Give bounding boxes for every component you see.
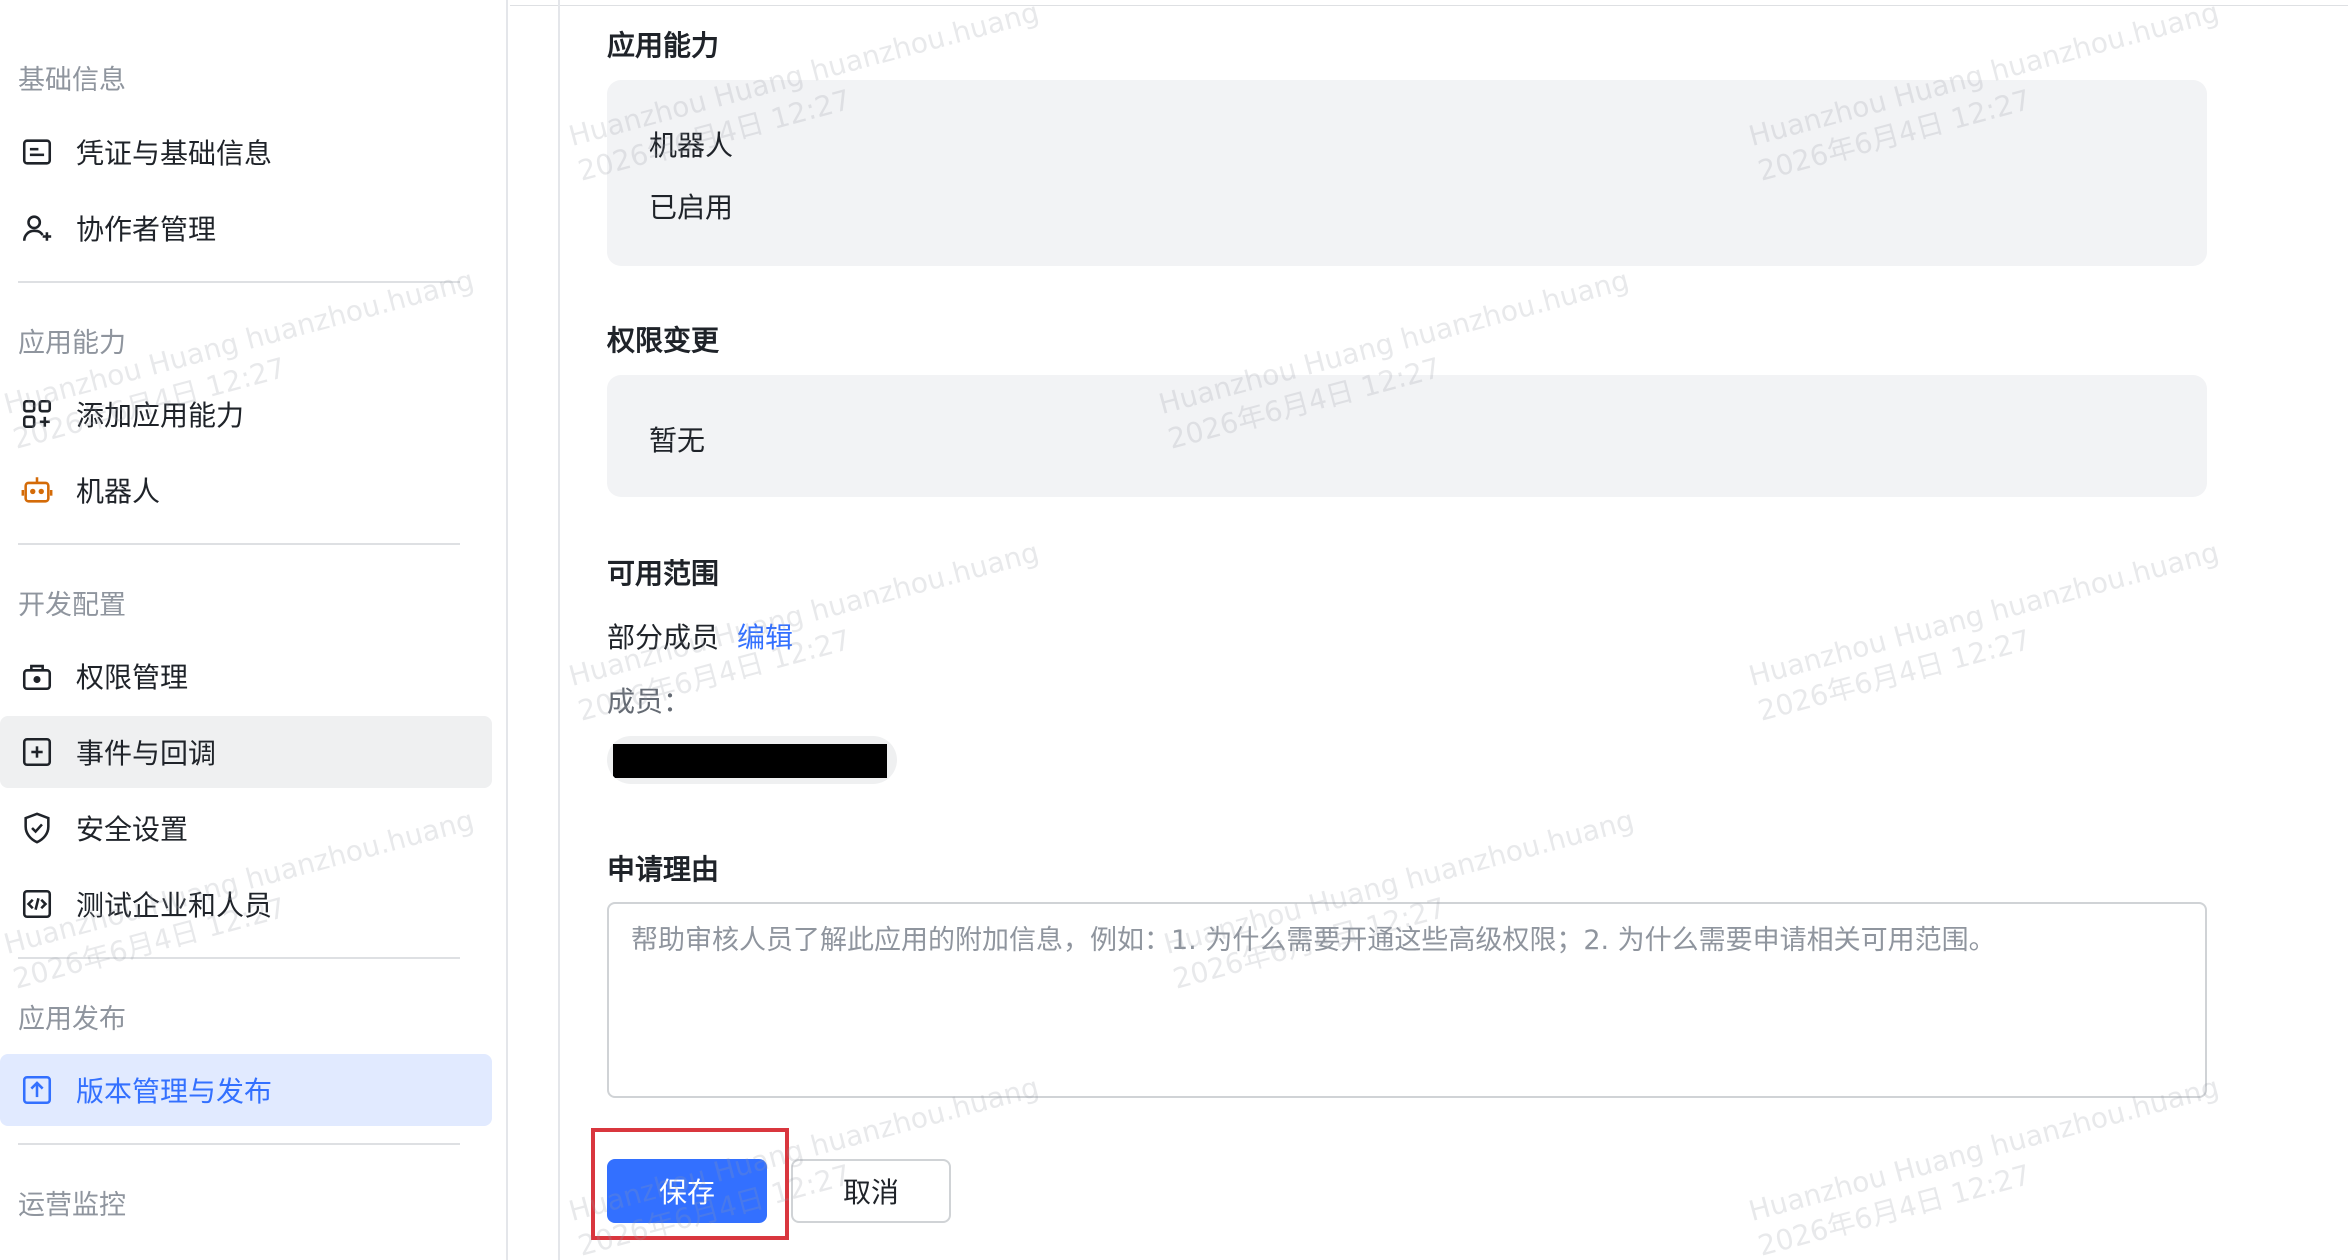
content-gutter xyxy=(510,0,560,1260)
redacted-member-name xyxy=(613,744,887,778)
sidebar-divider xyxy=(18,957,460,959)
scope-value-row: 部分成员 编辑 xyxy=(607,616,793,656)
sidebar-item-credentials[interactable]: 凭证与基础信息 xyxy=(0,116,492,188)
cancel-button[interactable]: 取消 xyxy=(791,1159,951,1223)
app-grid-add-icon xyxy=(18,395,56,433)
user-add-icon xyxy=(18,209,56,247)
edit-scope-link[interactable]: 编辑 xyxy=(737,621,793,654)
sidebar-section-basic: 基础信息 xyxy=(18,65,126,96)
sidebar-item-security[interactable]: 安全设置 xyxy=(0,792,492,864)
scope-value: 部分成员 xyxy=(607,621,720,654)
sidebar-item-events[interactable]: 事件与回调 xyxy=(0,716,492,788)
sidebar-item-label: 凭证与基础信息 xyxy=(76,137,273,170)
sidebar-item-label: 事件与回调 xyxy=(76,737,217,770)
scope-title: 可用范围 xyxy=(607,557,720,590)
members-label: 成员： xyxy=(607,685,692,718)
sidebar-divider xyxy=(18,543,460,545)
sidebar-item-add-capability[interactable]: 添加应用能力 xyxy=(0,378,492,450)
sidebar-item-permissions[interactable]: 权限管理 xyxy=(0,640,492,712)
sidebar-divider xyxy=(18,281,460,283)
sidebar-item-label: 安全设置 xyxy=(76,813,189,846)
top-border xyxy=(510,0,2348,6)
reason-textarea[interactable] xyxy=(607,902,2207,1098)
permission-change-title: 权限变更 xyxy=(607,324,720,357)
permission-change-value: 暂无 xyxy=(649,424,706,457)
credential-card-icon xyxy=(18,133,56,171)
sidebar-section-dev: 开发配置 xyxy=(18,590,126,621)
sidebar-item-label: 测试企业和人员 xyxy=(76,889,273,922)
sidebar-section-release: 应用发布 xyxy=(18,1004,126,1035)
sidebar-item-label: 机器人 xyxy=(76,475,161,508)
capability-title: 应用能力 xyxy=(607,29,720,62)
watermark: Huanzhou Huang huanzhou.huang 2026年6月4日 1… xyxy=(1745,1070,2223,1260)
sidebar: 基础信息 凭证与基础信息 协作者管理 应用能力 添加应用能力 机器人 开发配置 … xyxy=(0,0,508,1260)
app-frame: 基础信息 凭证与基础信息 协作者管理 应用能力 添加应用能力 机器人 开发配置 … xyxy=(0,0,2348,1260)
sidebar-item-robot[interactable]: 机器人 xyxy=(0,454,492,526)
sidebar-item-label: 版本管理与发布 xyxy=(76,1075,273,1108)
robot-icon xyxy=(18,471,56,509)
save-button[interactable]: 保存 xyxy=(607,1159,767,1223)
sidebar-item-version-release[interactable]: 版本管理与发布 xyxy=(0,1054,492,1126)
permission-change-box: 暂无 xyxy=(607,375,2207,497)
upload-version-icon xyxy=(18,1071,56,1109)
sidebar-section-capability: 应用能力 xyxy=(18,328,126,359)
sidebar-item-test-tenant[interactable]: 测试企业和人员 xyxy=(0,868,492,940)
reason-title: 申请理由 xyxy=(607,853,720,886)
capability-status: 已启用 xyxy=(649,191,734,224)
member-tag xyxy=(607,736,897,784)
sidebar-item-label: 添加应用能力 xyxy=(76,399,245,432)
capability-name: 机器人 xyxy=(649,129,734,162)
watermark: Huanzhou Huang huanzhou.huang 2026年6月4日 1… xyxy=(1745,535,2223,728)
sidebar-item-collaborators[interactable]: 协作者管理 xyxy=(0,192,492,264)
sidebar-item-label: 协作者管理 xyxy=(76,213,217,246)
shield-check-icon xyxy=(18,809,56,847)
permission-lock-icon xyxy=(18,657,56,695)
sidebar-divider xyxy=(18,1143,460,1145)
sidebar-item-label: 权限管理 xyxy=(76,661,189,694)
capability-box: 机器人 已启用 xyxy=(607,80,2207,266)
code-test-icon xyxy=(18,885,56,923)
event-plus-icon xyxy=(18,733,56,771)
sidebar-section-monitor: 运营监控 xyxy=(18,1190,126,1221)
